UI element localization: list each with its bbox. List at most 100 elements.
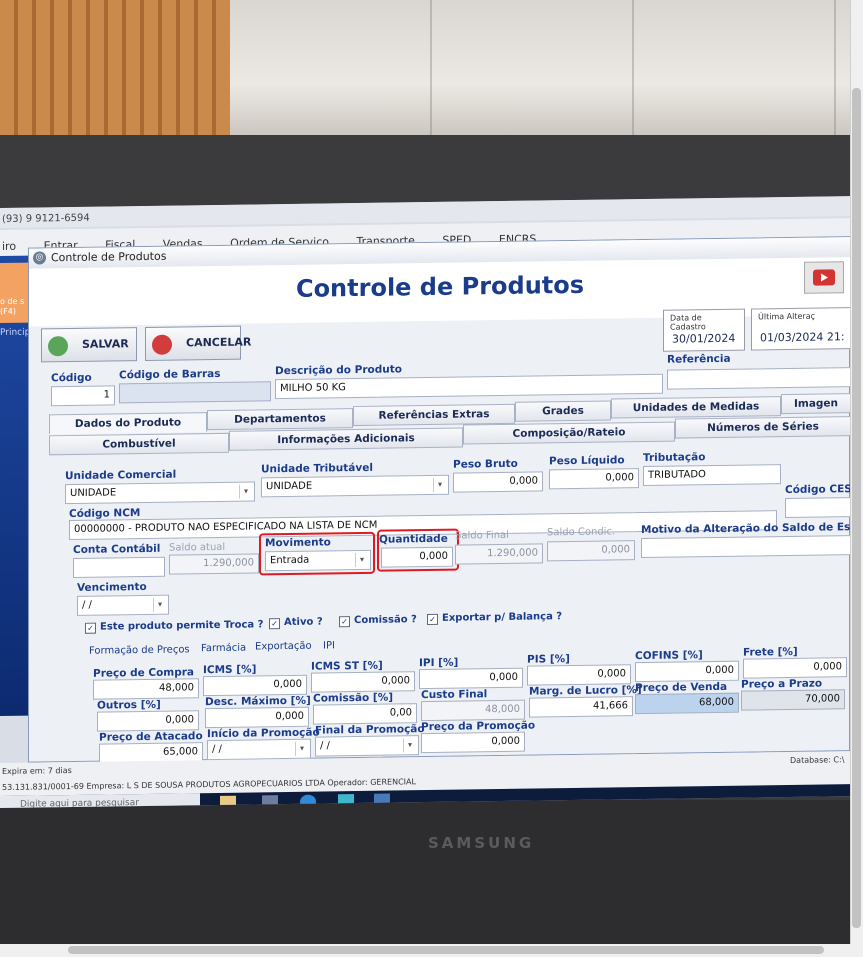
checkbox-checked-icon: ✓: [269, 618, 280, 630]
ultima-alteracao-value: 01/03/2024 21:: [760, 330, 845, 345]
icms-st-field[interactable]: 0,000: [311, 671, 415, 693]
subtab-exportacao[interactable]: Exportação: [255, 641, 312, 653]
movimento-label: Movimento: [265, 536, 331, 550]
data-cadastro-box: Data de Cadastro 30/01/2024: [663, 308, 745, 352]
quantidade-field[interactable]: 0,000: [381, 546, 453, 568]
cest-label: Código CEST: [785, 483, 850, 497]
inicio-promo-field[interactable]: / / ▾: [207, 738, 311, 761]
database-text: Database: C:\: [790, 755, 845, 765]
tab-dados-produto[interactable]: Dados do Produto: [49, 412, 207, 435]
movimento-value: Entrada: [270, 554, 310, 567]
ncm-label: Código NCM: [69, 507, 141, 521]
saldo-final-field: 1.290,000: [455, 543, 543, 565]
subtab-formacao-precos[interactable]: Formação de Preços: [89, 644, 190, 656]
subtab-farmacia[interactable]: Farmácia: [201, 643, 246, 655]
play-icon: [813, 269, 835, 286]
cancel-button[interactable]: CANCELAR: [145, 325, 251, 361]
horizontal-scroll-thumb[interactable]: [68, 946, 824, 954]
ativo-checkbox[interactable]: ✓ Ativo ?: [269, 616, 323, 630]
vertical-scroll-thumb[interactable]: [852, 88, 861, 928]
tab-composicao-rateio[interactable]: Composição/Rateio: [463, 421, 675, 445]
codigo-field[interactable]: 1: [51, 385, 115, 407]
peso-bruto-label: Peso Bruto: [453, 457, 518, 471]
tab-combustivel[interactable]: Combustível: [49, 432, 229, 456]
chevron-down-icon: ▾: [433, 477, 446, 492]
vencimento-value: / /: [82, 599, 92, 611]
side-shortcut[interactable]: o de s (F4): [0, 262, 30, 323]
desktop-side-panel: [0, 255, 30, 716]
unidade-tributavel-label: Unidade Tributável: [261, 461, 373, 476]
tab-unidades-medidas[interactable]: Unidades de Medidas: [611, 396, 781, 419]
tab-numeros-series[interactable]: Números de Séries: [675, 416, 850, 439]
troca-checkbox[interactable]: ✓ Este produto permite Troca ?: [85, 619, 263, 634]
save-button[interactable]: SALVAR: [41, 327, 137, 363]
conta-contabil-field[interactable]: [73, 556, 165, 578]
preco-venda-field[interactable]: 68,000: [635, 692, 739, 715]
referencia-label: Referência: [667, 352, 731, 366]
unidade-tributavel-select[interactable]: UNIDADE ▾: [261, 474, 449, 498]
movimento-select[interactable]: Entrada ▾: [265, 549, 371, 572]
data-cadastro-value: 30/01/2024: [672, 331, 736, 346]
chevron-down-icon: ▾: [239, 484, 252, 499]
conta-contabil-label: Conta Contábil: [73, 542, 161, 556]
photo-floor-tiles: [230, 0, 850, 140]
saldo-condic-label: Saldo Condic.: [547, 526, 616, 539]
motivo-field[interactable]: [641, 535, 850, 559]
saldo-final-label: Saldo Final: [455, 529, 509, 542]
tab-departamentos[interactable]: Departamentos: [207, 408, 353, 431]
desc-max-field[interactable]: 0,000: [205, 706, 309, 729]
outros-label: Outros [%]: [97, 698, 161, 712]
frete-label: Frete [%]: [743, 645, 798, 659]
descricao-field[interactable]: MILHO 50 KG: [275, 373, 663, 400]
peso-bruto-field[interactable]: 0,000: [453, 471, 543, 493]
preco-promo-field[interactable]: 0,000: [421, 731, 525, 754]
comissao-field[interactable]: 0,00: [313, 703, 417, 725]
laptop-screen: (93) 9 9121-6594 iro Entrar Fiscal Venda…: [0, 196, 850, 809]
tab-grades[interactable]: Grades: [515, 400, 611, 422]
codigo-barras-label: Código de Barras: [119, 367, 221, 382]
final-promo-field[interactable]: / / ▾: [315, 735, 419, 757]
exportar-checkbox[interactable]: ✓ Exportar p/ Balança ?: [427, 611, 562, 626]
comissao-checkbox[interactable]: ✓ Comissão ?: [339, 614, 417, 628]
tab-referencias-extras[interactable]: Referências Extras: [353, 403, 515, 427]
icms-field[interactable]: 0,000: [203, 674, 307, 697]
chevron-down-icon: ▾: [295, 741, 308, 756]
codigo-barras-field[interactable]: [119, 381, 271, 404]
preco-prazo-label: Preço a Prazo: [741, 677, 823, 691]
preco-prazo-field[interactable]: 70,000: [741, 689, 845, 711]
cofins-field[interactable]: 0,000: [635, 660, 739, 683]
tributacao-field[interactable]: TRIBUTADO: [643, 464, 781, 487]
video-help-button[interactable]: [804, 261, 844, 294]
frete-field[interactable]: 0,000: [743, 657, 847, 679]
photo-wood-wall: [0, 0, 230, 145]
tab-imagem[interactable]: Imagen: [781, 393, 850, 415]
check-icon: [48, 336, 68, 357]
menu-left-label[interactable]: iro: [2, 240, 16, 253]
cofins-label: COFINS [%]: [635, 649, 703, 663]
chevron-down-icon: ▾: [153, 597, 166, 612]
unidade-comercial-select[interactable]: UNIDADE ▾: [65, 481, 255, 505]
checkbox-checked-icon: ✓: [427, 613, 438, 626]
saldo-atual-label: Saldo atual: [169, 541, 226, 554]
saldo-atual-field: 1.290,000: [169, 553, 259, 575]
marg-lucro-field[interactable]: 41,666: [529, 696, 633, 718]
laptop-brand-logo: SAMSUNG: [428, 834, 535, 852]
pis-field[interactable]: 0,000: [527, 664, 631, 686]
comissao-label: Comissão [%]: [313, 691, 394, 705]
cest-field[interactable]: [785, 497, 850, 519]
vencimento-field[interactable]: / / ▾: [77, 594, 169, 616]
peso-liquido-field[interactable]: 0,000: [549, 468, 639, 490]
controle-produtos-window: Controle de Produtos ◎ Controle de Produ…: [28, 236, 850, 764]
tab-informacoes-adicionais[interactable]: Informações Adicionais: [229, 427, 463, 451]
referencia-field[interactable]: [667, 367, 850, 390]
ipi-field[interactable]: 0,000: [419, 667, 523, 690]
outros-field[interactable]: 0,000: [97, 710, 199, 732]
checkbox-checked-icon: ✓: [339, 616, 350, 628]
subtab-ipi[interactable]: IPI: [323, 640, 335, 651]
save-label: SALVAR: [82, 337, 129, 351]
icms-label: ICMS [%]: [203, 663, 257, 677]
icms-st-label: ICMS ST [%]: [311, 659, 383, 673]
side-principal-label[interactable]: Principa: [0, 327, 36, 338]
preco-compra-field[interactable]: 48,000: [93, 678, 199, 700]
chevron-down-icon: ▾: [355, 552, 368, 568]
